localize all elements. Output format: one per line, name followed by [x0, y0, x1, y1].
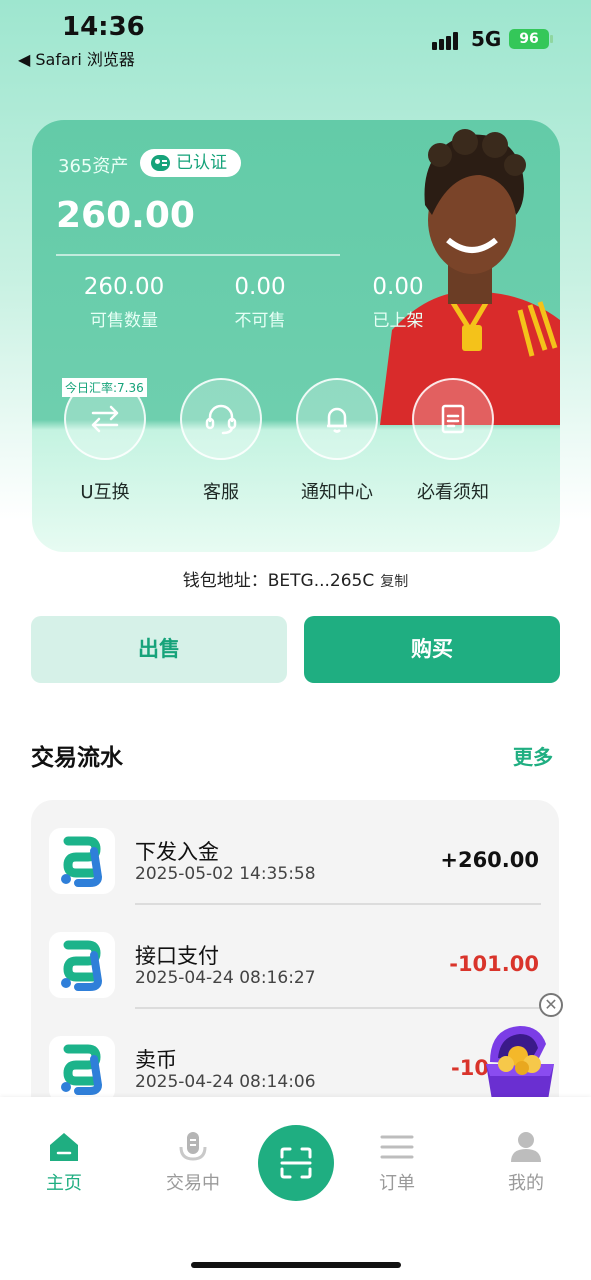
stat-unsellable-value: 0.00 [234, 274, 286, 300]
battery-icon: 96 [509, 29, 553, 49]
tab-orders[interactable]: 订单 [352, 1131, 442, 1195]
microphone-icon [179, 1132, 207, 1161]
service-button[interactable] [180, 378, 262, 460]
stat-listed-label: 已上架 [372, 311, 424, 331]
exchange-rate-tag: 今日汇率:7.36 [62, 378, 147, 397]
stat-available-value: 260.00 [83, 274, 165, 300]
app-logo-icon [49, 932, 115, 998]
transaction-title: 下发入金 [135, 840, 219, 864]
transaction-date: 2025-05-02 14:35:58 [135, 864, 316, 884]
back-to-safari-link[interactable]: ◀ Safari 浏览器 [18, 46, 135, 70]
asset-total: 260.00 [56, 195, 195, 236]
notice-label: 必看须知 [417, 482, 489, 503]
signal-icon [432, 32, 464, 50]
app-logo-icon [49, 828, 115, 894]
wallet-address: 钱包地址：BETG...265C 复制 [0, 566, 591, 591]
wallet-address-text: 钱包地址：BETG...265C [182, 571, 375, 591]
transactions-title: 交易流水 [31, 745, 123, 771]
sell-button[interactable]: 出售 [31, 616, 287, 683]
verified-label: 已认证 [176, 153, 227, 173]
asset-divider [56, 254, 340, 256]
notifications-button[interactable] [296, 378, 378, 460]
stat-available: 260.00 可售数量 [54, 274, 194, 331]
close-promo-icon[interactable]: ✕ [539, 993, 563, 1017]
tab-mine-label: 我的 [508, 1173, 544, 1194]
home-icon [50, 1133, 78, 1161]
headset-icon [205, 404, 237, 435]
treasure-chest-icon[interactable] [474, 1018, 562, 1108]
tab-mine[interactable]: 我的 [481, 1131, 571, 1195]
transaction-row[interactable]: 下发入金 2025-05-02 14:35:58 +260.00 [31, 800, 559, 905]
id-card-icon [151, 155, 170, 171]
verified-badge: 已认证 [140, 149, 241, 177]
transaction-title: 接口支付 [135, 944, 219, 968]
transaction-title: 卖币 [135, 1048, 177, 1072]
bottom-tab-bar: 主页 交易中 订单 我的 [0, 1097, 591, 1280]
notifications-label: 通知中心 [301, 482, 373, 503]
copy-address-button[interactable]: 复制 [380, 574, 408, 590]
transaction-date: 2025-04-24 08:16:27 [135, 968, 316, 988]
tab-orders-label: 订单 [379, 1173, 415, 1194]
service-label: 客服 [203, 482, 239, 503]
more-transactions-link[interactable]: 更多 [513, 741, 553, 770]
status-time: 14:36 [62, 12, 145, 42]
stat-available-label: 可售数量 [90, 311, 158, 331]
scan-button[interactable] [258, 1125, 334, 1201]
list-icon [380, 1135, 414, 1159]
user-icon [511, 1132, 541, 1162]
asset-label: 365资产 [58, 156, 129, 177]
exchange-icon [91, 405, 119, 433]
transaction-date: 2025-04-24 08:14:06 [135, 1072, 316, 1092]
stat-listed: 0.00 已上架 [328, 274, 468, 331]
tab-home[interactable]: 主页 [19, 1131, 109, 1195]
quick-action-notifications[interactable]: 通知中心 [279, 378, 395, 504]
transaction-row[interactable]: 接口支付 2025-04-24 08:16:27 -101.00 [31, 904, 559, 1009]
exchange-label: U互换 [80, 482, 130, 503]
stat-listed-value: 0.00 [372, 274, 424, 300]
app-logo-icon [49, 1036, 115, 1102]
transaction-amount: -101.00 [449, 952, 539, 976]
asset-card: 365资产 已认证 260.00 260.00 可售数量 0.00 不可售 0.… [32, 120, 560, 552]
notice-button[interactable] [412, 378, 494, 460]
network-type: 5G [471, 27, 502, 51]
tab-home-label: 主页 [46, 1173, 82, 1194]
stat-unsellable: 0.00 不可售 [190, 274, 330, 331]
scan-icon [280, 1147, 312, 1179]
quick-action-service[interactable]: 客服 [163, 378, 279, 504]
tab-trading-label: 交易中 [166, 1173, 220, 1194]
bell-icon [327, 407, 347, 433]
home-indicator [191, 1262, 401, 1268]
tab-trading[interactable]: 交易中 [148, 1131, 238, 1195]
notice-book-icon [441, 404, 465, 434]
buy-button[interactable]: 购买 [304, 616, 560, 683]
quick-action-notice[interactable]: 必看须知 [395, 378, 511, 504]
status-bar: 14:36 ◀ Safari 浏览器 5G 96 [0, 0, 591, 80]
stat-unsellable-label: 不可售 [234, 311, 286, 331]
transaction-amount: +260.00 [440, 848, 539, 872]
